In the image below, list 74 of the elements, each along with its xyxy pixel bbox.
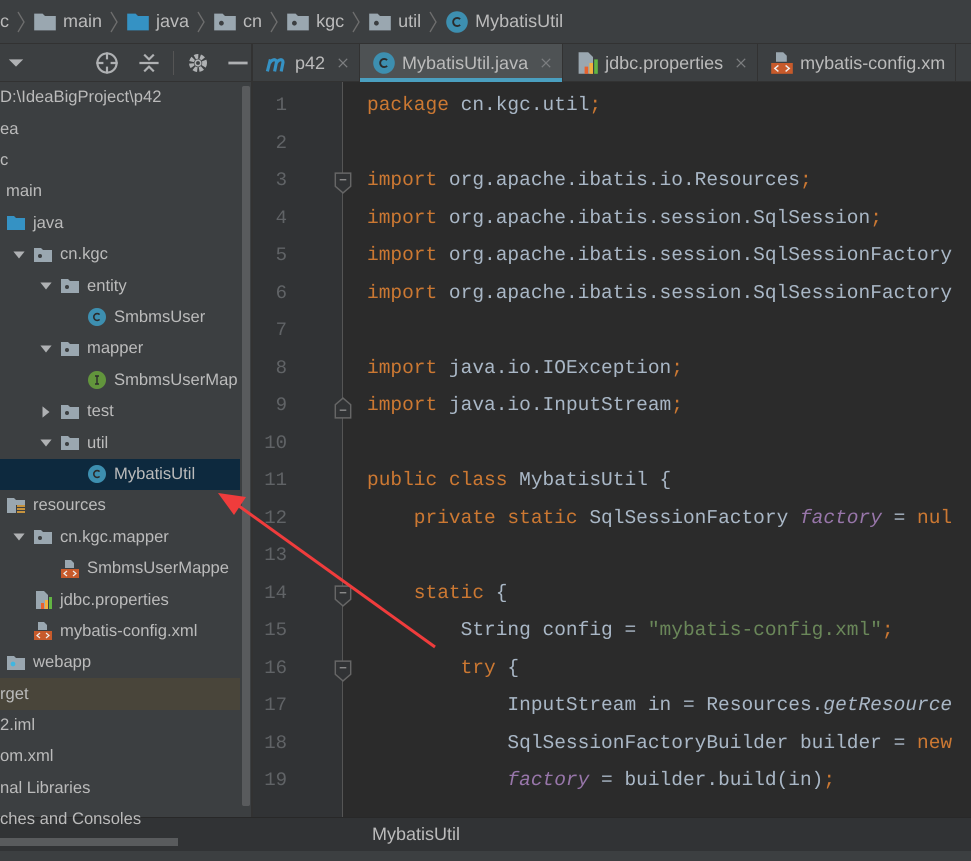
code-line: import java.io.InputStream; (367, 394, 683, 416)
code-line: import org.apache.ibatis.session.SqlSessionFactory (367, 244, 952, 266)
class-icon (372, 51, 396, 75)
fold-marker-icon[interactable] (332, 584, 354, 608)
chevron-icon (352, 10, 360, 32)
class-icon (87, 464, 107, 484)
breadcrumb-item[interactable]: util (398, 8, 422, 35)
chevron-icon (197, 10, 206, 32)
interface-icon (87, 370, 107, 390)
code-line: package cn.kgc.util; (367, 94, 602, 116)
close-icon[interactable] (735, 57, 748, 69)
editor-tab[interactable]: MybatisUtil.java (360, 44, 564, 82)
tree-item[interactable]: 2.iml (0, 710, 240, 742)
tree-item[interactable]: nal Libraries (0, 772, 240, 804)
tree-item[interactable]: util (0, 427, 240, 459)
fold-marker-icon[interactable] (332, 171, 354, 195)
tree-item[interactable]: ches and Consoles (0, 804, 240, 836)
code-line: public class MybatisUtil { (367, 469, 672, 491)
tree-item[interactable]: mybatis-config.xml (0, 616, 240, 648)
code-line: try { (460, 656, 520, 678)
code-line: import java.io.IOException; (367, 356, 683, 378)
breadcrumb-item[interactable]: MybatisUtil (475, 8, 564, 35)
tree-item[interactable]: SmbmsUser (0, 302, 240, 334)
class-icon (87, 307, 107, 328)
tree-item[interactable]: ea (0, 113, 240, 145)
tree-item[interactable]: mapper (0, 333, 240, 365)
tree-item[interactable]: om.xml (0, 741, 240, 773)
locate-icon[interactable] (95, 50, 119, 74)
tree-item[interactable]: entity (0, 270, 240, 302)
xml-file-icon (33, 621, 53, 642)
breadcrumb-item[interactable]: MybatisUtil (372, 821, 460, 848)
code-line: import org.apache.ibatis.session.SqlSession; (367, 206, 882, 228)
xml-file-icon (770, 51, 794, 75)
tree-item[interactable]: cn.kgc (0, 238, 240, 270)
properties-file-icon (33, 590, 53, 610)
breadcrumb-item[interactable]: main (63, 8, 102, 35)
chevron-icon (429, 10, 438, 32)
scrollbar[interactable] (0, 838, 178, 846)
code-line: factory = builder.build(in); (506, 769, 836, 791)
code-line: InputStream in = Resources.getResource (506, 694, 952, 716)
fold-marker-icon[interactable] (332, 658, 354, 682)
code-line: SqlSessionFactoryBuilder builder = new (506, 732, 952, 754)
tree-item[interactable]: jdbc.properties (0, 584, 240, 616)
tree-item[interactable]: rget (0, 678, 240, 710)
tree-item[interactable]: D:\IdeaBigProject\p42 (0, 82, 240, 114)
tree-item[interactable]: resources (0, 490, 240, 522)
xml-file-icon (60, 558, 80, 579)
tree-item[interactable]: SmbmsUserMappe (0, 552, 240, 584)
tree-item[interactable]: test (0, 396, 240, 428)
class-icon (445, 10, 470, 34)
chevron-icon (110, 10, 118, 32)
tree-item[interactable]: MybatisUtil (0, 458, 240, 490)
tree-item[interactable]: main (0, 176, 240, 208)
fold-marker-icon[interactable] (332, 396, 354, 420)
code-line: private static SqlSessionFactory factory = nul (412, 506, 952, 528)
code-line: static { (412, 582, 508, 604)
scrollbar[interactable] (242, 86, 250, 806)
tree-item[interactable]: SmbmsUserMap (0, 364, 240, 396)
tree-item[interactable]: cn.kgc.mapper (0, 521, 240, 553)
close-icon[interactable] (540, 57, 552, 69)
resources-folder-icon (6, 496, 26, 516)
chevron-icon (270, 10, 278, 32)
tree-item[interactable]: java (0, 208, 240, 239)
code-line: import org.apache.ibatis.session.SqlSessionFactory (367, 282, 952, 304)
breadcrumb-item[interactable]: kgc (316, 8, 344, 35)
tree-item[interactable]: c (0, 144, 240, 176)
code-line: import org.apache.ibatis.io.Resources; (367, 169, 812, 191)
breadcrumb-item[interactable]: c (0, 8, 9, 35)
code-line: String config = "mybatis-config.xml"; (460, 619, 894, 641)
breadcrumb-item[interactable]: cn (243, 8, 262, 35)
close-icon[interactable] (337, 57, 350, 69)
breadcrumb-item[interactable]: java (156, 8, 190, 35)
tree-item[interactable]: webapp (0, 647, 240, 678)
chevron-icon (17, 10, 25, 32)
